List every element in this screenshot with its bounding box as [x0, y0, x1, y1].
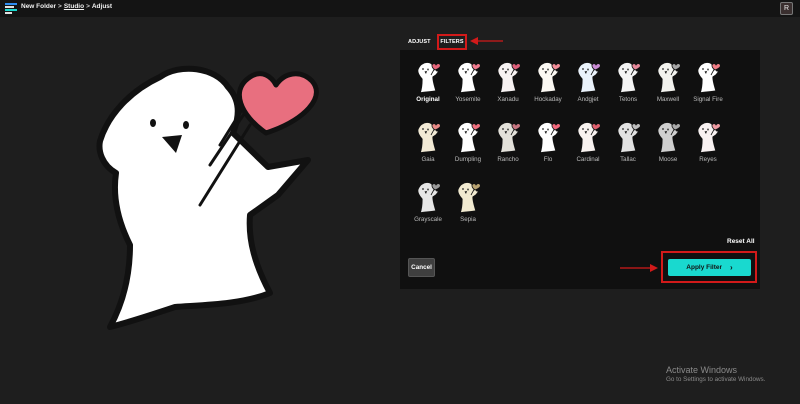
apply-filter-button[interactable]: Apply Filter ›	[668, 259, 751, 276]
tab-filters[interactable]: FILTERS	[437, 34, 467, 50]
app-logo-icon[interactable]	[5, 3, 17, 14]
filter-option[interactable]: Tallac	[608, 118, 648, 172]
filter-thumbnail	[417, 181, 441, 214]
filter-option[interactable]: Cardinal	[568, 118, 608, 172]
top-bar: New Folder > Studio > Adjust R	[0, 0, 800, 17]
filter-option[interactable]: Rancho	[488, 118, 528, 172]
watermark-subtitle: Go to Settings to activate Windows.	[666, 376, 766, 383]
filter-thumbnail	[457, 121, 481, 154]
filter-option[interactable]: Sepia	[448, 178, 488, 232]
filter-thumbnail	[617, 121, 641, 154]
annotation-arrow-icon	[470, 37, 503, 45]
filter-option[interactable]: Moose	[648, 118, 688, 172]
filter-thumbnail	[457, 181, 481, 214]
filter-option[interactable]: Tetons	[608, 58, 648, 112]
annotation-arrow-icon	[620, 264, 658, 272]
filter-thumbnail	[617, 61, 641, 94]
editor-tabs: ADJUST FILTERS	[400, 34, 760, 50]
filter-option[interactable]: Grayscale	[408, 178, 448, 232]
reset-all-button[interactable]: Reset All	[727, 238, 755, 245]
filter-option[interactable]: Andgjet	[568, 58, 608, 112]
apply-filter-label: Apply Filter	[686, 264, 723, 271]
filter-option-label: Reyes	[699, 156, 717, 163]
filter-thumbnail	[697, 61, 721, 94]
filter-option[interactable]: Gaia	[408, 118, 448, 172]
filter-option[interactable]: Yosemite	[448, 58, 488, 112]
filter-thumbnail	[417, 61, 441, 94]
filter-thumbnail	[497, 121, 521, 154]
filter-option[interactable]: Dumpling	[448, 118, 488, 172]
filter-thumbnail	[497, 61, 521, 94]
breadcrumb-separator: >	[86, 3, 90, 10]
filter-option[interactable]: Reyes	[688, 118, 728, 172]
user-avatar[interactable]: R	[780, 2, 793, 15]
watermark-title: Activate Windows	[666, 365, 738, 375]
filter-option[interactable]: Original	[408, 58, 448, 112]
windows-activation-watermark: Activate Windows Go to Settings to activ…	[666, 365, 765, 383]
filter-option[interactable]: Flo	[528, 118, 568, 172]
filter-thumbnail	[417, 121, 441, 154]
breadcrumb-current: Adjust	[91, 3, 113, 10]
filter-option[interactable]: Maxwell	[648, 58, 688, 112]
breadcrumb-folder[interactable]: New Folder	[21, 3, 56, 10]
filter-thumbnail	[537, 121, 561, 154]
filter-thumbnail	[577, 61, 601, 94]
filter-option-label: Sepia	[460, 216, 476, 223]
breadcrumb-separator: >	[58, 3, 62, 10]
filter-thumbnail	[657, 61, 681, 94]
filter-thumbnail	[697, 121, 721, 154]
breadcrumb: New Folder > Studio > Adjust	[21, 3, 112, 10]
filter-option[interactable]: Xanadu	[488, 58, 528, 112]
filter-option-label: Signal Fire	[693, 96, 723, 103]
filter-thumbnail	[577, 121, 601, 154]
tab-adjust[interactable]: ADJUST	[408, 39, 431, 45]
filter-thumbnail	[537, 61, 561, 94]
filter-option[interactable]: Hockaday	[528, 58, 568, 112]
sticker-preview-image	[96, 65, 319, 330]
breadcrumb-studio[interactable]: Studio	[64, 3, 84, 10]
filter-thumbnail	[457, 61, 481, 94]
filter-thumbnail	[657, 121, 681, 154]
chevron-right-icon: ›	[730, 263, 733, 272]
cancel-button[interactable]: Cancel	[408, 258, 435, 277]
filter-option[interactable]: Signal Fire	[688, 58, 728, 112]
